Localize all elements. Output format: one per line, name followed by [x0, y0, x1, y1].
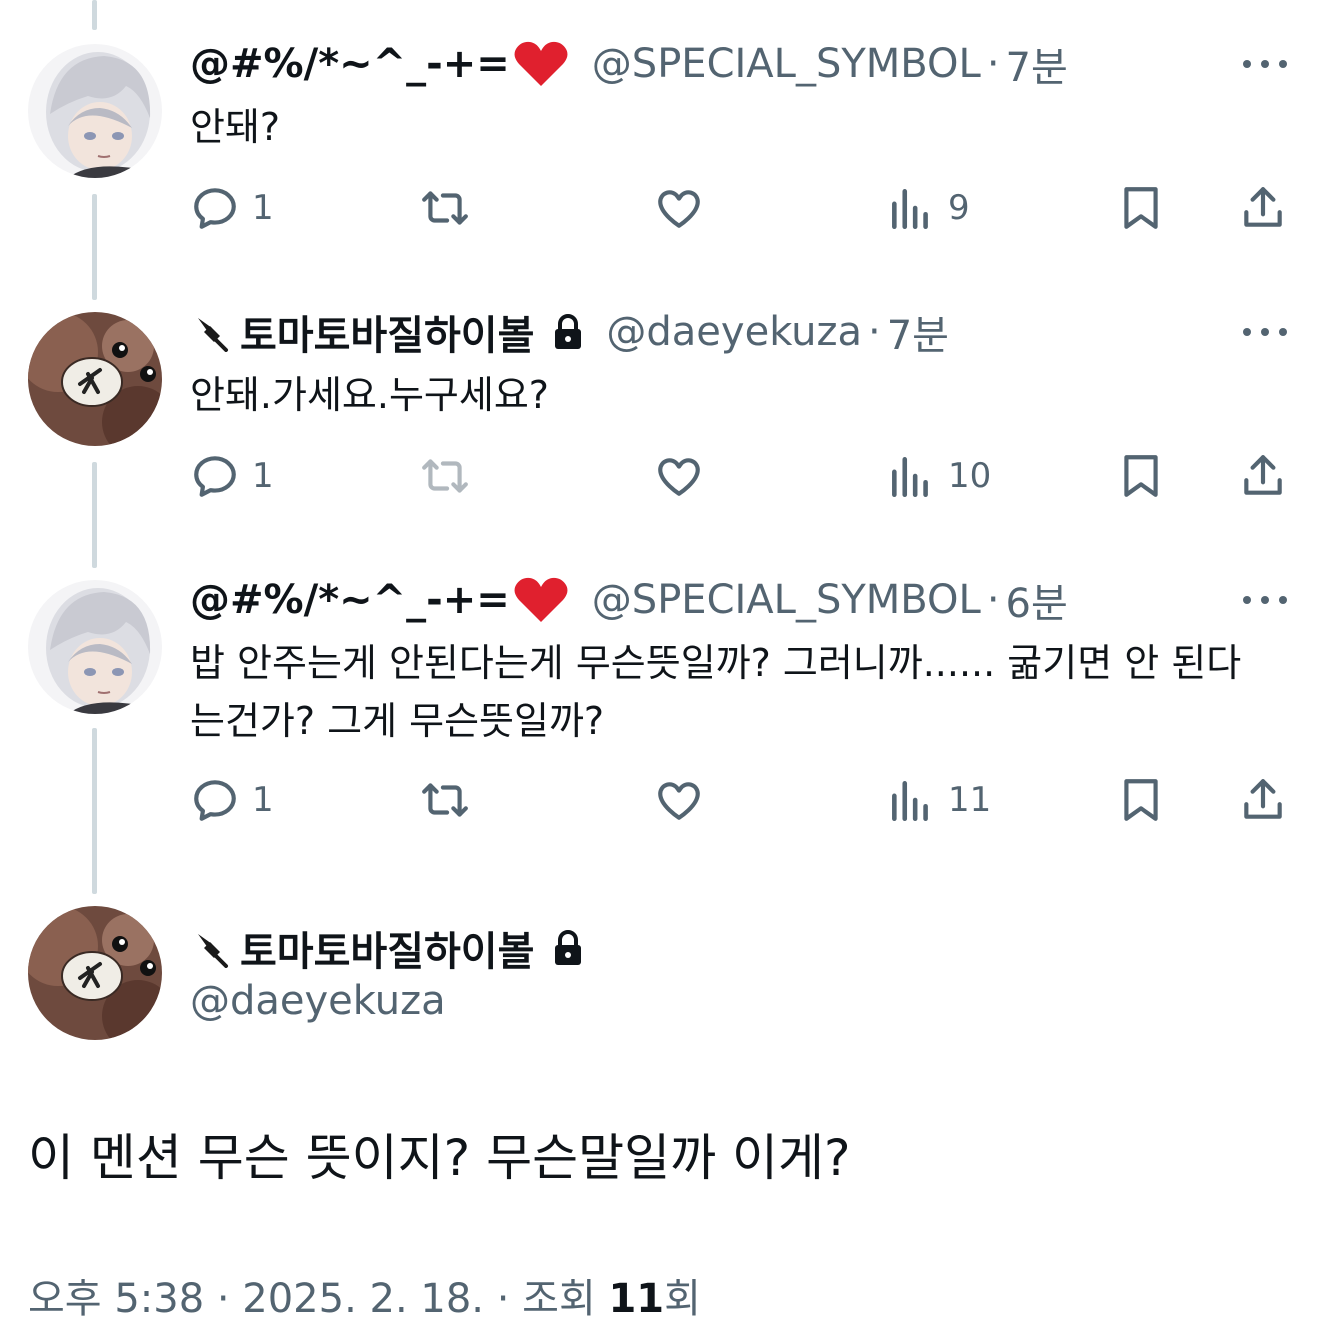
- views-button[interactable]: 10: [886, 446, 991, 506]
- like-heart-icon: [658, 458, 700, 496]
- action-bar: 1 11: [0, 770, 1320, 830]
- retweet-button[interactable]: [420, 770, 470, 830]
- avatar[interactable]: [28, 312, 162, 446]
- pin-icon: [198, 934, 228, 968]
- like-button[interactable]: [654, 446, 704, 506]
- like-button[interactable]: [654, 770, 704, 830]
- stuffed-bear-avatar-image: [28, 906, 162, 1040]
- views-chart-icon: [892, 457, 928, 498]
- tweet[interactable]: 토마토바질하이볼 @daeyekuza · 7분 안돼.가세요.누구세요? 1 …: [0, 302, 1320, 542]
- avatar[interactable]: [28, 580, 162, 714]
- retweet-icon: [422, 783, 468, 817]
- separator-dot: ·: [986, 577, 1000, 623]
- view-count: 11: [948, 780, 992, 820]
- tweet[interactable]: @#%/*~^_-+= @SPECIAL_SYMBOL · 7분 안돼? 1 9: [0, 34, 1320, 274]
- tweet-header: @#%/*~^_-+= @SPECIAL_SYMBOL · 7분: [190, 34, 1068, 94]
- share-button[interactable]: [1238, 178, 1288, 238]
- tweet-header: 토마토바질하이볼 @daeyekuza · 7분: [190, 302, 949, 362]
- lock-icon: [555, 314, 582, 349]
- share-icon: [1244, 187, 1282, 227]
- display-name[interactable]: 토마토바질하이볼: [240, 919, 534, 977]
- view-count: 9: [948, 188, 970, 228]
- tweet[interactable]: @#%/*~^_-+= @SPECIAL_SYMBOL · 6분 밥 안주는게 …: [0, 570, 1320, 870]
- retweet-icon: [422, 459, 468, 493]
- action-bar: 1 10: [0, 446, 1320, 506]
- main-tweet-header: 토마토바질하이볼: [190, 918, 584, 978]
- pin-icon: [198, 318, 228, 352]
- like-heart-icon: [658, 782, 700, 820]
- white-hair-anime-avatar-image: [28, 580, 162, 714]
- share-icon: [1244, 779, 1282, 819]
- retweet-button-disabled: [420, 446, 470, 506]
- timestamp-date[interactable]: 오후 5:38 · 2025. 2. 18. · 조회: [28, 1276, 608, 1322]
- view-suffix: 회: [664, 1276, 701, 1322]
- reply-button[interactable]: 1: [190, 446, 274, 506]
- view-count: 11: [608, 1276, 665, 1322]
- action-bar: 1 9: [0, 178, 1320, 238]
- display-name[interactable]: @#%/*~^_-+=: [190, 41, 510, 87]
- timestamp[interactable]: 6분: [1006, 571, 1068, 629]
- display-name[interactable]: 토마토바질하이볼: [240, 303, 534, 361]
- separator-dot: ·: [986, 41, 1000, 87]
- heart-emoji: [514, 41, 568, 86]
- main-tweet-text: 이 멘션 무슨 뜻이지? 무슨말일까 이게?: [28, 1129, 851, 1187]
- reply-button[interactable]: 1: [190, 178, 274, 238]
- white-hair-anime-avatar-image: [28, 44, 162, 178]
- share-button[interactable]: [1238, 770, 1288, 830]
- lock-icon: [555, 930, 582, 965]
- username[interactable]: @daeyekuza: [606, 309, 862, 355]
- view-count: 10: [948, 456, 992, 496]
- username[interactable]: @SPECIAL_SYMBOL: [592, 577, 981, 623]
- tweet-meta: 오후 5:38 · 2025. 2. 18. · 조회 11회: [28, 1266, 701, 1324]
- avatar[interactable]: [28, 44, 162, 178]
- tweet-text: 밥 안주는게 안된다는게 무슨뜻일까? 그러니까...... 굶기면 안 된다는…: [190, 641, 1242, 743]
- bookmark-icon: [1124, 187, 1158, 229]
- views-chart-icon: [892, 781, 928, 822]
- more-options-icon[interactable]: [1238, 580, 1292, 620]
- like-heart-icon: [658, 190, 700, 228]
- bookmark-button[interactable]: [1116, 446, 1166, 506]
- reply-count: 1: [252, 456, 274, 496]
- like-button[interactable]: [654, 178, 704, 238]
- bookmark-button[interactable]: [1116, 178, 1166, 238]
- reply-icon: [194, 780, 236, 821]
- more-options-icon[interactable]: [1238, 44, 1292, 84]
- tweet-header: @#%/*~^_-+= @SPECIAL_SYMBOL · 6분: [190, 570, 1068, 630]
- thread-line: [92, 0, 97, 30]
- views-button[interactable]: 9: [886, 178, 970, 238]
- retweet-icon: [422, 191, 468, 225]
- more-options-icon[interactable]: [1238, 312, 1292, 352]
- tweet-text: 안돼?: [190, 105, 281, 149]
- views-chart-icon: [892, 189, 928, 230]
- timestamp[interactable]: 7분: [1006, 35, 1068, 93]
- timestamp[interactable]: 7분: [887, 303, 949, 361]
- reply-icon: [194, 456, 236, 497]
- tweet-text: 안돼.가세요.누구세요?: [190, 373, 549, 417]
- separator-dot: ·: [868, 309, 881, 355]
- share-button[interactable]: [1238, 446, 1288, 506]
- stuffed-bear-avatar-image: [28, 312, 162, 446]
- reply-button[interactable]: 1: [190, 770, 274, 830]
- views-button[interactable]: 11: [886, 770, 991, 830]
- username[interactable]: @daeyekuza: [190, 978, 446, 1024]
- reply-icon: [194, 188, 236, 229]
- reply-count: 1: [252, 780, 274, 820]
- username[interactable]: @SPECIAL_SYMBOL: [592, 41, 981, 87]
- retweet-button[interactable]: [420, 178, 470, 238]
- share-icon: [1244, 455, 1282, 495]
- heart-emoji: [514, 577, 568, 622]
- reply-count: 1: [252, 188, 274, 228]
- bookmark-button[interactable]: [1116, 770, 1166, 830]
- bookmark-icon: [1124, 455, 1158, 497]
- display-name[interactable]: @#%/*~^_-+=: [190, 577, 510, 623]
- bookmark-icon: [1124, 779, 1158, 821]
- avatar[interactable]: [28, 906, 162, 1040]
